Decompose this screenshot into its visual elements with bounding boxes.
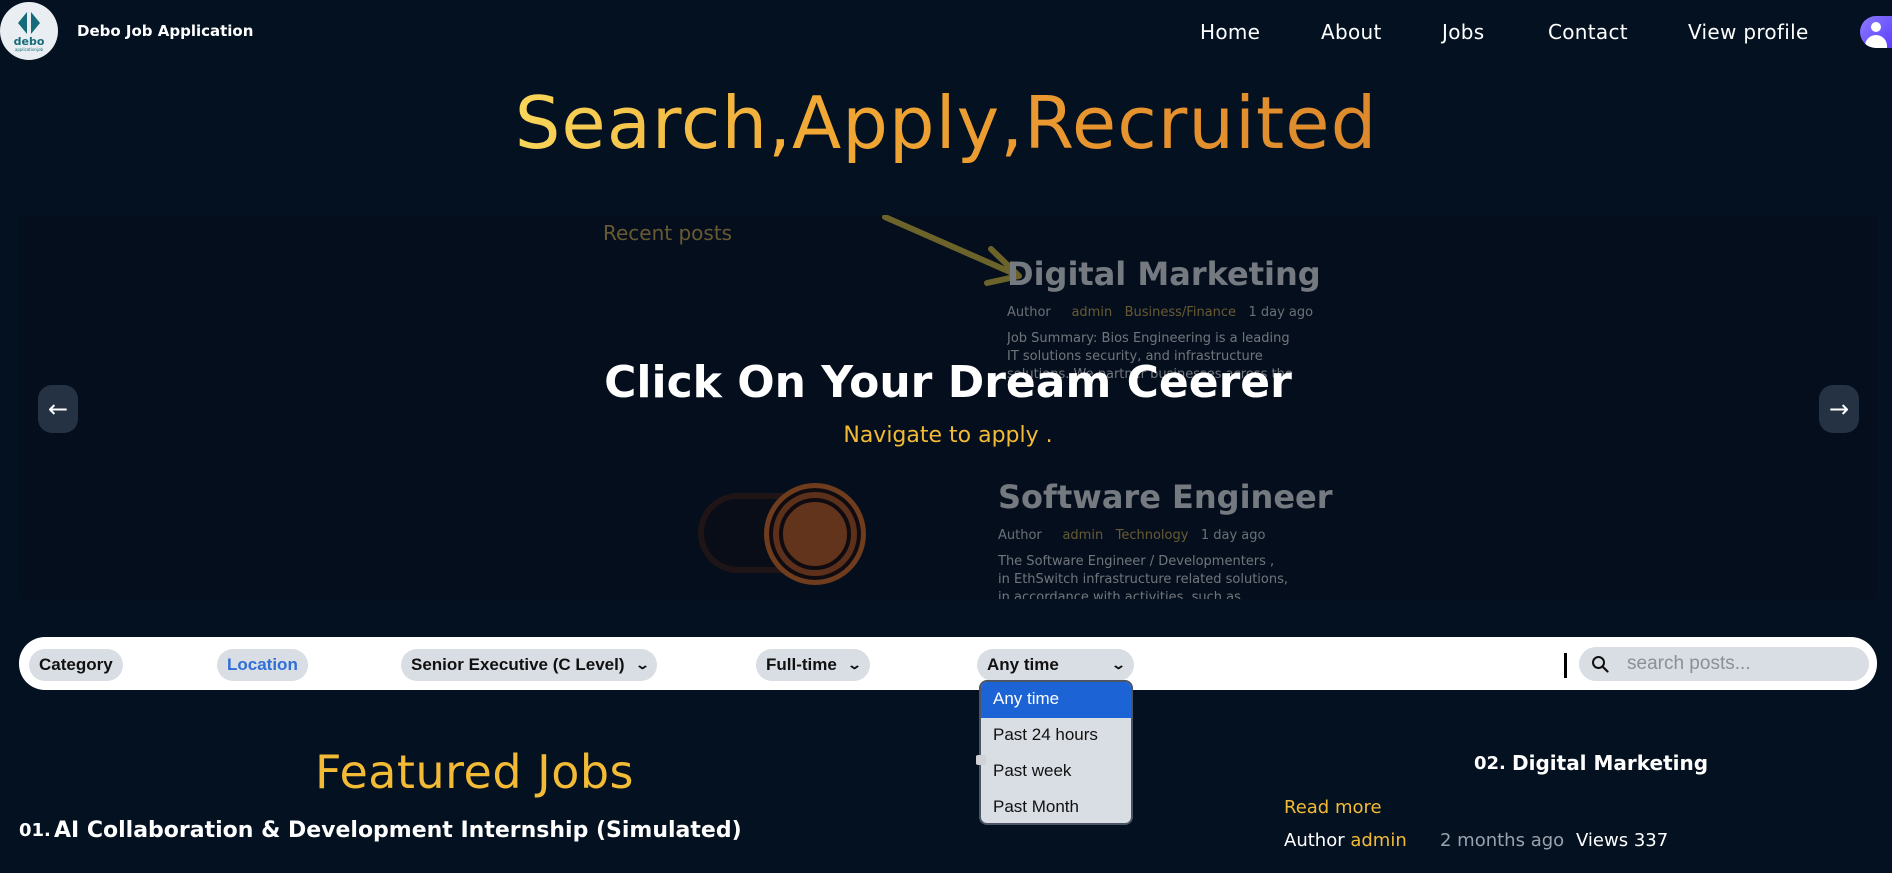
recent-posts-label: Recent posts xyxy=(603,221,733,245)
carousel-title: Click On Your Dream Ceerer xyxy=(604,357,1292,408)
level-select-value: Senior Executive (C Level) xyxy=(411,655,625,674)
chevron-down-icon: ⌄ xyxy=(634,657,650,672)
toggle-knob xyxy=(764,483,866,585)
time-select-value: Any time xyxy=(987,655,1059,674)
decorative-mark xyxy=(976,755,986,765)
slide-post-excerpt: The Software Engineer / Developmenters ,… xyxy=(998,554,1288,599)
nav-home[interactable]: Home xyxy=(1200,20,1260,44)
job-number: 01. xyxy=(19,820,51,841)
carousel-prev-button[interactable]: ← xyxy=(38,385,78,433)
slide-post-title: Software Engineer xyxy=(998,478,1333,516)
level-select[interactable]: Senior Executive (C Level) ⌄ xyxy=(401,649,658,681)
author-label: Author xyxy=(1284,830,1345,851)
featured-jobs-heading: Featured Jobs xyxy=(315,745,635,799)
logo-tagline: applicationjob xyxy=(14,47,44,52)
read-more-link[interactable]: Read more xyxy=(1284,797,1382,818)
time-select[interactable]: Any time ⌄ xyxy=(977,649,1134,681)
slide-post-meta: Author admin Business/Finance 1 day ago xyxy=(1007,305,1313,320)
nav-about[interactable]: About xyxy=(1321,20,1382,44)
search-box[interactable] xyxy=(1579,647,1869,681)
meta-author: admin xyxy=(1071,305,1113,320)
meta-category: Business/Finance xyxy=(1124,305,1237,320)
slide-post-meta: Author admin Technology 1 day ago xyxy=(998,528,1265,543)
carousel-subtitle: Navigate to apply . xyxy=(843,423,1053,448)
logo[interactable]: debo applicationjob xyxy=(0,2,58,60)
chevron-down-icon: ⌄ xyxy=(1110,657,1127,672)
carousel-next-button[interactable]: → xyxy=(1819,385,1859,433)
debo-logo-icon xyxy=(18,12,40,34)
meta-author-label: Author xyxy=(1007,305,1051,320)
arrow-left-icon: ← xyxy=(47,395,69,423)
text-cursor xyxy=(1564,653,1567,678)
meta-author: admin xyxy=(1062,528,1104,543)
hero-carousel: Recent posts Digital Marketing Author ad… xyxy=(19,215,1877,599)
meta-time: 1 day ago xyxy=(1200,528,1266,543)
nav-jobs[interactable]: Jobs xyxy=(1442,20,1484,44)
views-label: Views xyxy=(1576,830,1629,851)
time-option-week[interactable]: Past week xyxy=(981,754,1131,790)
slide-post-title: Digital Marketing xyxy=(1007,255,1321,293)
job-views: Views 337 xyxy=(1576,830,1668,851)
arrow-right-icon: → xyxy=(1828,395,1850,423)
time-option-month[interactable]: Past Month xyxy=(981,790,1131,823)
job-type-select[interactable]: Full-time ⌄ xyxy=(756,649,870,681)
job-type-value: Full-time xyxy=(766,655,837,674)
meta-category: Technology xyxy=(1115,528,1189,543)
search-icon xyxy=(1592,656,1609,673)
meta-time: 1 day ago xyxy=(1248,305,1314,320)
location-filter[interactable]: Location xyxy=(217,649,308,681)
time-option-any[interactable]: Any time xyxy=(981,682,1131,718)
nav-view-profile[interactable]: View profile xyxy=(1688,20,1809,44)
hero-headline-text: Search,Apply,Recruited xyxy=(514,81,1378,165)
filter-bar: Category Location Senior Executive (C Le… xyxy=(19,637,1877,690)
arrow-icon xyxy=(882,215,1022,286)
job-title-link[interactable]: Digital Marketing xyxy=(1512,751,1708,775)
logo-word: debo xyxy=(13,35,45,48)
nav-contact[interactable]: Contact xyxy=(1548,20,1628,44)
category-filter[interactable]: Category xyxy=(29,649,123,681)
author-name[interactable]: admin xyxy=(1350,830,1406,851)
user-avatar-icon[interactable] xyxy=(1860,16,1892,48)
hero-headline: Search,Apply,Recruited xyxy=(0,80,1892,166)
job-author: Author admin xyxy=(1284,830,1407,851)
meta-author-label: Author xyxy=(998,528,1042,543)
app-title: Debo Job Application xyxy=(77,22,254,40)
time-option-24h[interactable]: Past 24 hours xyxy=(981,718,1131,754)
job-title-link[interactable]: AI Collaboration & Development Internshi… xyxy=(54,818,742,843)
job-number: 02. xyxy=(1474,753,1506,774)
search-input[interactable] xyxy=(1625,650,1855,678)
time-dropdown-menu: Any time Past 24 hours Past week Past Mo… xyxy=(979,680,1133,825)
job-posted-time: 2 months ago xyxy=(1440,830,1565,851)
chevron-down-icon: ⌄ xyxy=(846,657,862,672)
views-count: 337 xyxy=(1633,830,1669,851)
